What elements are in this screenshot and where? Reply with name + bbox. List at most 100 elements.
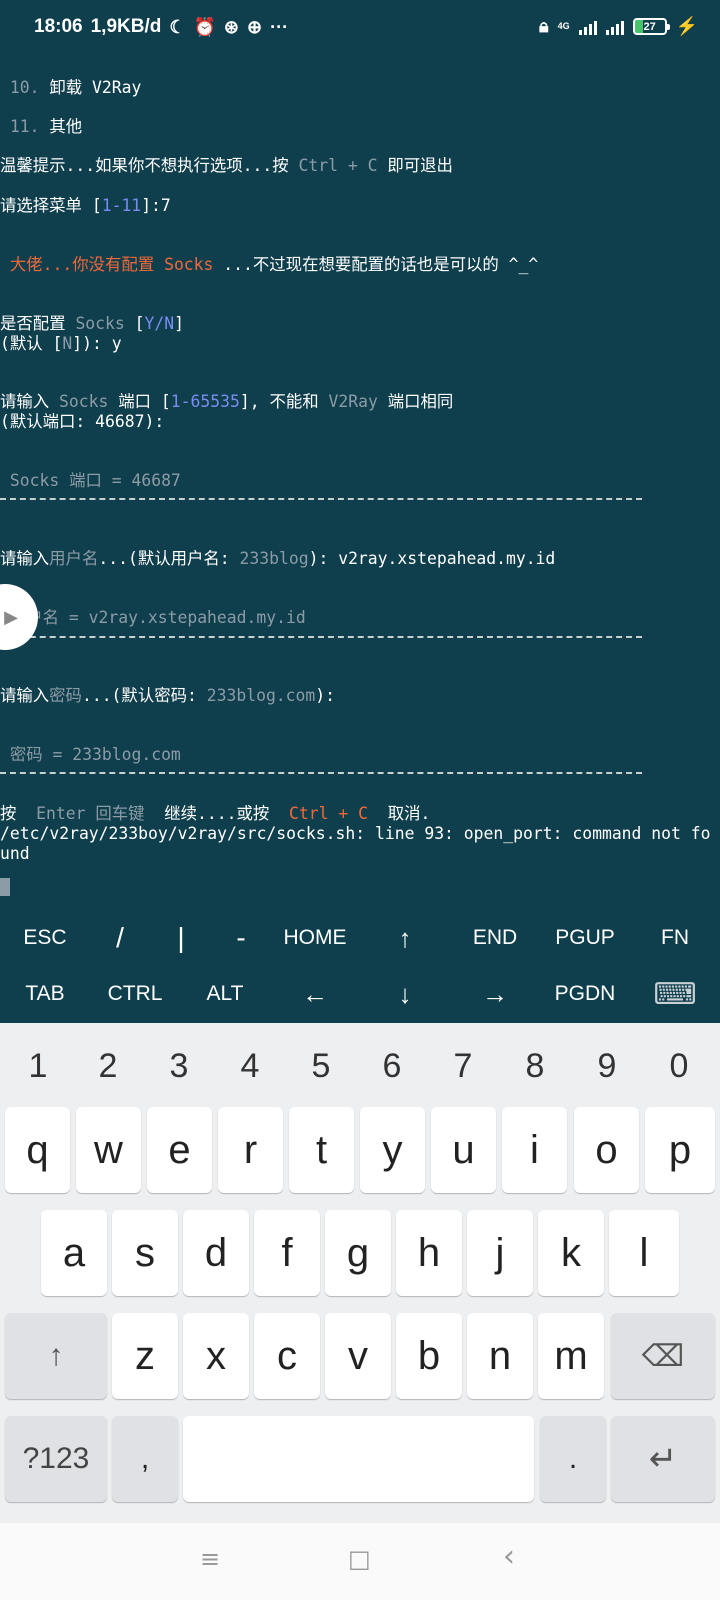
signal-icon-2 xyxy=(605,19,624,35)
key-f[interactable]: f xyxy=(254,1210,320,1296)
key-c[interactable]: c xyxy=(254,1313,320,1399)
status-left: 18:06 1,9KB/d ☾ ⏰ ⊛ ⊕ ··· xyxy=(34,16,288,38)
tab-key[interactable]: TAB xyxy=(0,967,90,1021)
moon-icon: ☾ xyxy=(169,16,186,37)
key-b[interactable]: b xyxy=(396,1313,462,1399)
key-g[interactable]: g xyxy=(325,1210,391,1296)
more-icon: ··· xyxy=(270,16,289,37)
arrow-left-key[interactable]: ← xyxy=(270,967,360,1021)
number-key[interactable]: 0 xyxy=(649,1041,709,1091)
net-speed: 1,9KB/d xyxy=(90,16,162,37)
user-result-line: 用户名 = v2ray.xstepahead.my.id xyxy=(0,608,306,627)
key-k[interactable]: k xyxy=(538,1210,604,1296)
arrow-right-key[interactable]: → xyxy=(450,967,540,1021)
alt-key[interactable]: ALT xyxy=(180,967,270,1021)
key-v[interactable]: v xyxy=(325,1313,391,1399)
key-r[interactable]: r xyxy=(218,1107,283,1193)
key-n[interactable]: n xyxy=(467,1313,533,1399)
battery-level: 27 xyxy=(643,20,656,33)
key-u[interactable]: u xyxy=(431,1107,496,1193)
number-key[interactable]: 2 xyxy=(78,1041,138,1091)
key-l[interactable]: l xyxy=(609,1210,679,1296)
chevron-right-icon: ▶ xyxy=(4,606,18,628)
select-menu-line: 请选择菜单 [1-11]:7 xyxy=(0,196,171,215)
end-key[interactable]: END xyxy=(450,911,540,965)
backspace-key[interactable]: ⌫ xyxy=(611,1313,715,1399)
terminal-output[interactable]: 10. 卸载 V2Ray 11. 其他 温馨提示...如果你不想执行选项...按… xyxy=(0,56,720,911)
continue-line: 按 Enter 回车键 继续....或按 Ctrl + C 取消. xyxy=(0,804,431,823)
separator xyxy=(0,636,642,638)
key-y[interactable]: y xyxy=(360,1107,425,1193)
number-key[interactable]: 4 xyxy=(220,1041,280,1091)
pgdn-key[interactable]: PGDN xyxy=(540,967,630,1021)
number-key[interactable]: 6 xyxy=(362,1041,422,1091)
key-s[interactable]: s xyxy=(112,1210,178,1296)
key-i[interactable]: i xyxy=(502,1107,567,1193)
number-key[interactable]: 3 xyxy=(149,1041,209,1091)
enter-key[interactable]: ↵ xyxy=(611,1416,715,1502)
pass-prompt-line: 请输入密码...(默认密码: 233blog.com): xyxy=(0,686,336,705)
back-nav-icon[interactable]: ‹ xyxy=(503,1539,515,1574)
key-x[interactable]: x xyxy=(183,1313,249,1399)
terminal-cursor xyxy=(0,878,10,896)
soft-keyboard: 1 2 3 4 5 6 7 8 9 0 q w e r t y u i o p … xyxy=(0,1023,720,1523)
signal-icon xyxy=(578,19,597,35)
network-type: 4G xyxy=(557,21,570,31)
lock-icon: 🔒︎ xyxy=(538,16,549,36)
separator xyxy=(0,498,642,500)
key-p[interactable]: p xyxy=(645,1107,715,1193)
key-m[interactable]: m xyxy=(538,1313,604,1399)
period-key[interactable]: . xyxy=(540,1416,606,1502)
key-q[interactable]: q xyxy=(5,1107,70,1193)
key-z[interactable]: z xyxy=(112,1313,178,1399)
charging-icon: ⚡ xyxy=(675,16,698,36)
home-nav-icon[interactable]: □ xyxy=(348,1545,371,1573)
space-bar[interactable] xyxy=(183,1416,534,1502)
symbols-key[interactable]: ?123 xyxy=(5,1416,107,1502)
extra-keys-bar: ESC / | - HOME ↑ END PGUP FN TAB CTRL AL… xyxy=(0,911,720,1023)
pgup-key[interactable]: PGUP xyxy=(540,911,630,965)
menu-item-11: 11. 其他 xyxy=(9,117,83,136)
status-bar: 18:06 1,9KB/d ☾ ⏰ ⊛ ⊕ ··· 🔒︎ 4G 27 ⚡ xyxy=(0,0,720,56)
menu-nav-icon[interactable]: ≡ xyxy=(200,1545,220,1573)
key-w[interactable]: w xyxy=(76,1107,141,1193)
home-key[interactable]: HOME xyxy=(270,911,360,965)
error-line-wrap: und xyxy=(0,844,30,863)
key-d[interactable]: d xyxy=(183,1210,249,1296)
alarm-icon: ⏰ xyxy=(193,16,216,37)
ctrl-key[interactable]: CTRL xyxy=(90,967,180,1021)
arrow-down-key[interactable]: ↓ xyxy=(360,967,450,1021)
port-prompt-line: 请输入 Socks 端口 [1-65535], 不能和 V2Ray 端口相同 xyxy=(0,392,454,411)
clock: 18:06 xyxy=(34,16,83,37)
keyboard-toggle-icon[interactable]: ⌨ xyxy=(630,967,720,1021)
separator xyxy=(0,772,642,774)
number-key[interactable]: 5 xyxy=(291,1041,351,1091)
number-key[interactable]: 7 xyxy=(433,1041,493,1091)
key-a[interactable]: a xyxy=(41,1210,107,1296)
key-j[interactable]: j xyxy=(467,1210,533,1296)
assistant-icon: ⊕ xyxy=(247,16,263,37)
error-line: /etc/v2ray/233boy/v2ray/src/socks.sh: li… xyxy=(0,824,711,843)
battery-icon: 27 xyxy=(632,18,670,35)
tip-line: 温馨提示...如果你不想执行选项...按 Ctrl + C 即可退出 xyxy=(0,156,453,175)
number-key[interactable]: 9 xyxy=(577,1041,637,1091)
ask-socks-line: 是否配置 Socks [Y/N] xyxy=(0,314,185,333)
port-default-line: (默认端口: 46687): xyxy=(0,412,165,431)
menu-item-10: 10. 卸载 V2Ray xyxy=(9,78,142,97)
arrow-up-key[interactable]: ↑ xyxy=(360,911,450,965)
status-right: 🔒︎ 4G 27 ⚡ xyxy=(539,16,698,37)
fn-key[interactable]: FN xyxy=(630,911,720,965)
socks-notice-line: 大佬...你没有配置 Socks ...不过现在想要配置的话也是可以的 ^_^ xyxy=(0,255,539,274)
number-key[interactable]: 1 xyxy=(8,1041,68,1091)
key-o[interactable]: o xyxy=(574,1107,639,1193)
key-e[interactable]: e xyxy=(147,1107,212,1193)
pass-result-line: 密码 = 233blog.com xyxy=(0,745,181,764)
port-result-line: Socks 端口 = 46687 xyxy=(0,471,181,490)
app-icon: ⊛ xyxy=(223,16,240,37)
comma-key[interactable]: , xyxy=(112,1416,178,1502)
number-key[interactable]: 8 xyxy=(505,1041,565,1091)
shift-key[interactable]: ↑ xyxy=(5,1313,107,1399)
system-nav-bar: ≡ □ ‹ xyxy=(0,1523,720,1600)
key-t[interactable]: t xyxy=(289,1107,354,1193)
key-h[interactable]: h xyxy=(396,1210,462,1296)
